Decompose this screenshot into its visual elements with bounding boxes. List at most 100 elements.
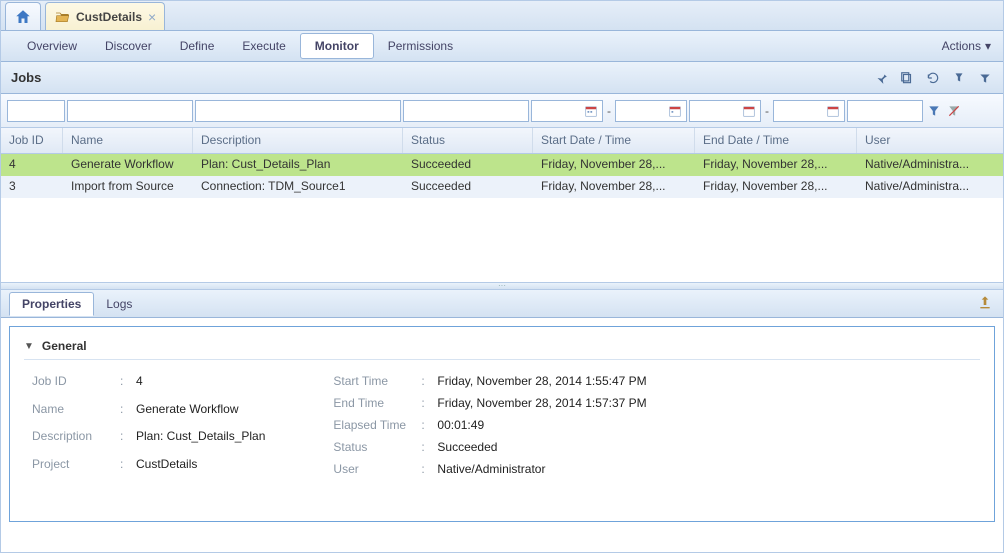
col-end[interactable]: End Date / Time (695, 128, 857, 153)
collapse-arrow-icon: ▼ (24, 341, 34, 352)
filter-end-from[interactable] (689, 100, 761, 122)
export-icon (977, 295, 993, 311)
label-job-id: Job ID (32, 374, 120, 402)
general-content: Job ID:4 Name:Generate Workflow Descript… (24, 374, 980, 484)
label-elapsed: Elapsed Time (333, 418, 421, 440)
value-status: Succeeded (437, 440, 654, 462)
cell-description: Plan: Cust_Details_Plan (193, 154, 403, 176)
col-status[interactable]: Status (403, 128, 533, 153)
table-row[interactable]: 4 Generate Workflow Plan: Cust_Details_P… (1, 154, 1003, 176)
label-name: Name (32, 402, 120, 430)
jobs-table-body: 4 Generate Workflow Plan: Cust_Details_P… (1, 154, 1003, 282)
action2-icon[interactable] (977, 70, 993, 86)
filter-name[interactable] (67, 100, 193, 122)
section-title: General (42, 339, 87, 353)
tab-properties[interactable]: Properties (9, 292, 94, 316)
tab-overview[interactable]: Overview (13, 34, 91, 58)
cell-end: Friday, November 28,... (695, 154, 857, 176)
cell-start: Friday, November 28,... (533, 176, 695, 198)
tab-logs[interactable]: Logs (94, 293, 144, 315)
col-user[interactable]: User (857, 128, 1003, 153)
filter-end-to[interactable] (773, 100, 845, 122)
filter-start-from[interactable] (531, 100, 603, 122)
value-end-time: Friday, November 28, 2014 1:57:37 PM (437, 396, 654, 418)
label-project: Project (32, 457, 120, 485)
tab-discover[interactable]: Discover (91, 34, 166, 58)
refresh-icon[interactable] (925, 70, 941, 86)
calendar-icon (668, 104, 682, 118)
general-right-column: Start Time:Friday, November 28, 2014 1:5… (333, 374, 654, 484)
jobs-table-header: Job ID Name Description Status Start Dat… (1, 128, 1003, 154)
value-start-time: Friday, November 28, 2014 1:55:47 PM (437, 374, 654, 396)
secondary-tab-bar: Overview Discover Define Execute Monitor… (1, 31, 1003, 62)
splitter-handle[interactable]: ··· (1, 282, 1003, 290)
apply-filter-button[interactable] (925, 102, 943, 120)
cell-status: Succeeded (403, 176, 533, 198)
pin-icon[interactable] (873, 70, 889, 86)
tab-define[interactable]: Define (166, 34, 229, 58)
cell-status: Succeeded (403, 154, 533, 176)
cell-user: Native/Administra... (857, 154, 1003, 176)
funnel-clear-icon (947, 104, 961, 118)
cell-start: Friday, November 28,... (533, 154, 695, 176)
jobs-toolbar (873, 70, 993, 86)
cell-job-id: 3 (1, 176, 63, 198)
value-project: CustDetails (136, 457, 273, 485)
col-description[interactable]: Description (193, 128, 403, 153)
calendar-icon (584, 104, 598, 118)
date-range-separator: - (763, 104, 771, 118)
tab-monitor[interactable]: Monitor (300, 33, 374, 59)
home-tab[interactable] (5, 2, 41, 30)
filter-user[interactable] (847, 100, 923, 122)
label-start-time: Start Time (333, 374, 421, 396)
filter-job-id[interactable] (7, 100, 65, 122)
cell-description: Connection: TDM_Source1 (193, 176, 403, 198)
export-button[interactable] (977, 295, 995, 313)
jobs-title: Jobs (11, 70, 41, 85)
cell-user: Native/Administra... (857, 176, 1003, 198)
actions-menu[interactable]: Actions ▾ (942, 39, 991, 53)
actions-label: Actions (942, 39, 981, 53)
section-general-header[interactable]: ▼ General (24, 339, 980, 360)
tab-execute[interactable]: Execute (228, 34, 299, 58)
filter-status[interactable] (403, 100, 529, 122)
clear-filter-button[interactable] (945, 102, 963, 120)
value-elapsed: 00:01:49 (437, 418, 654, 440)
value-user: Native/Administrator (437, 462, 654, 484)
tab-permissions[interactable]: Permissions (374, 34, 467, 58)
top-tab-bar: CustDetails × (1, 1, 1003, 31)
col-start[interactable]: Start Date / Time (533, 128, 695, 153)
filter-start-to[interactable] (615, 100, 687, 122)
lower-tab-bar: Properties Logs (1, 290, 1003, 318)
cell-name: Import from Source (63, 176, 193, 198)
value-job-id: 4 (136, 374, 273, 402)
folder-open-icon (54, 9, 70, 25)
copy-icon[interactable] (899, 70, 915, 86)
label-user: User (333, 462, 421, 484)
home-icon (14, 8, 32, 26)
date-range-separator: - (605, 104, 613, 118)
chevron-down-icon: ▾ (985, 39, 991, 53)
cell-job-id: 4 (1, 154, 63, 176)
col-name[interactable]: Name (63, 128, 193, 153)
label-end-time: End Time (333, 396, 421, 418)
tab-custdetails[interactable]: CustDetails × (45, 2, 165, 30)
value-description: Plan: Cust_Details_Plan (136, 429, 273, 457)
value-name: Generate Workflow (136, 402, 273, 430)
col-job-id[interactable]: Job ID (1, 128, 63, 153)
properties-panel: ▼ General Job ID:4 Name:Generate Workflo… (1, 318, 1003, 530)
label-status: Status (333, 440, 421, 462)
calendar-icon (742, 104, 756, 118)
filter-row: - - (1, 94, 1003, 128)
label-description: Description (32, 429, 120, 457)
jobs-header: Jobs (1, 62, 1003, 94)
action1-icon[interactable] (951, 70, 967, 86)
funnel-icon (927, 104, 941, 118)
filter-description[interactable] (195, 100, 401, 122)
tab-label: CustDetails (76, 10, 142, 24)
cell-name: Generate Workflow (63, 154, 193, 176)
close-icon[interactable]: × (148, 9, 156, 25)
table-row[interactable]: 3 Import from Source Connection: TDM_Sou… (1, 176, 1003, 198)
cell-end: Friday, November 28,... (695, 176, 857, 198)
general-left-column: Job ID:4 Name:Generate Workflow Descript… (32, 374, 273, 484)
